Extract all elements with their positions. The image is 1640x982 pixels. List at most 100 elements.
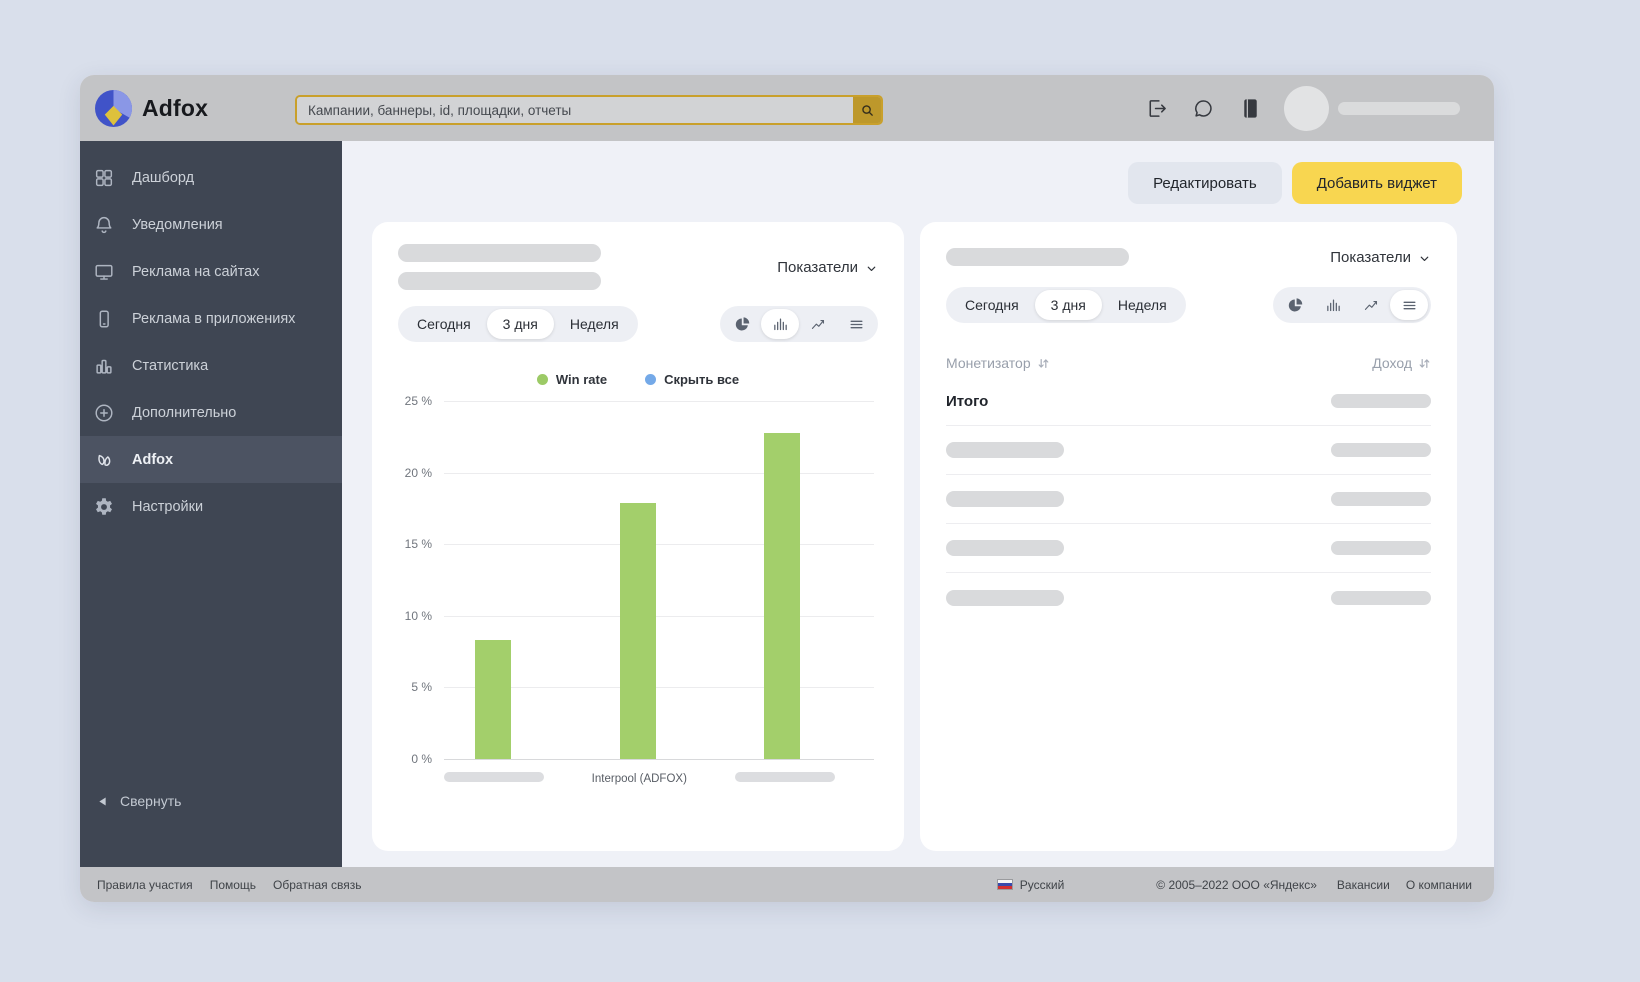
legend-dot — [537, 374, 548, 385]
sidebar-item-notifications[interactable]: Уведомления — [80, 201, 342, 248]
language-selector[interactable]: Русский — [997, 878, 1065, 892]
legend-label: Win rate — [556, 372, 607, 387]
title-skeleton — [398, 272, 601, 290]
right-view-line-chart-button[interactable] — [1352, 290, 1390, 320]
chevron-down-icon — [865, 262, 878, 275]
left-widget-header: Показатели — [398, 244, 878, 290]
left-period-tabs: Сегодня3 дняНеделя — [398, 306, 638, 342]
book-icon[interactable] — [1239, 97, 1262, 120]
table-row — [946, 524, 1431, 573]
sidebar-item-site-ads[interactable]: Реклама на сайтах — [80, 248, 342, 295]
right-view-list-view-button[interactable] — [1390, 290, 1428, 320]
sidebar-collapse-button[interactable]: Свернуть — [80, 793, 342, 809]
main-content: Редактировать Добавить виджет Показатели — [342, 141, 1494, 867]
sidebar-item-more[interactable]: Дополнительно — [80, 389, 342, 436]
table-total-row: Итого — [946, 377, 1431, 426]
sidebar-item-statistics[interactable]: Статистика — [80, 342, 342, 389]
logout-icon[interactable] — [1145, 97, 1168, 120]
sidebar-item-label: Adfox — [132, 452, 173, 468]
footer-link[interactable]: О компании — [1406, 878, 1472, 892]
sidebar-item-label: Дашборд — [132, 170, 194, 186]
sidebar-item-dashboard[interactable]: Дашборд — [80, 154, 342, 201]
table-header: Монетизатор Доход — [946, 355, 1431, 371]
right-view-switcher — [1273, 287, 1431, 323]
sort-by-income[interactable]: Доход — [1372, 355, 1431, 371]
sort-icon — [1037, 357, 1050, 370]
cell-skeleton — [1331, 394, 1431, 408]
bell-icon — [93, 214, 115, 236]
legend-item[interactable]: Скрыть все — [645, 372, 739, 387]
right-view-pie-chart-button[interactable] — [1276, 290, 1314, 320]
footer-link[interactable]: Правила участия — [97, 878, 193, 892]
right-period-tab-2[interactable]: Неделя — [1102, 290, 1183, 320]
search-bar — [295, 95, 883, 125]
list-view-icon — [848, 316, 865, 333]
footer-link[interactable]: Вакансии — [1337, 878, 1390, 892]
sidebar-item-app-ads[interactable]: Реклама в приложениях — [80, 295, 342, 342]
smartphone-icon — [93, 308, 115, 330]
y-tick-label: 20 % — [405, 466, 432, 480]
sidebar-item-label: Дополнительно — [132, 405, 236, 421]
sidebar-item-settings[interactable]: Настройки — [80, 483, 342, 530]
category-skeleton — [444, 772, 544, 782]
footer-link[interactable]: Помощь — [210, 878, 256, 892]
monitor-icon — [93, 261, 115, 283]
right-metrics-dropdown[interactable]: Показатели — [1330, 249, 1431, 266]
add-widget-button[interactable]: Добавить виджет — [1292, 162, 1462, 204]
left-widget-controls: Сегодня3 дняНеделя — [398, 306, 878, 342]
sidebar-item-adfox[interactable]: Adfox — [80, 436, 342, 483]
chat-icon[interactable] — [1192, 97, 1215, 120]
left-period-tab-0[interactable]: Сегодня — [401, 309, 487, 339]
footer-links-left: Правила участия Помощь Обратная связь — [97, 878, 361, 892]
search-button[interactable] — [853, 97, 881, 123]
gridline — [444, 401, 874, 402]
brand[interactable]: Adfox — [95, 90, 208, 127]
gridline — [444, 616, 874, 617]
shell: Дашборд Уведомления Реклама на сайтах Рекла… — [80, 141, 1494, 867]
y-tick-label: 25 % — [405, 394, 432, 408]
gear-icon — [93, 496, 115, 518]
category-skeleton — [735, 772, 835, 782]
right-widget-header: Показатели — [946, 248, 1431, 266]
sidebar-item-label: Реклама на сайтах — [132, 264, 260, 280]
title-skeleton — [946, 248, 1129, 266]
right-period-tab-0[interactable]: Сегодня — [949, 290, 1035, 320]
language-label: Русский — [1020, 878, 1065, 892]
footer-links-right: Вакансии О компании — [1337, 878, 1472, 892]
left-view-line-chart-button[interactable] — [799, 309, 837, 339]
left-period-tab-2[interactable]: Неделя — [554, 309, 635, 339]
table-body: Итого — [946, 377, 1431, 622]
metrics-label: Показатели — [777, 259, 858, 276]
footer: Правила участия Помощь Обратная связь Русс… — [80, 867, 1494, 902]
sort-by-monetizer[interactable]: Монетизатор — [946, 355, 1050, 371]
chart-bar — [475, 640, 511, 759]
left-view-pie-chart-button[interactable] — [723, 309, 761, 339]
footer-link[interactable]: Обратная связь — [273, 878, 361, 892]
right-period-tabs: Сегодня3 дняНеделя — [946, 287, 1186, 323]
edit-button[interactable]: Редактировать — [1128, 162, 1282, 204]
top-bar-right — [1121, 86, 1494, 131]
left-metrics-dropdown[interactable]: Показатели — [777, 259, 878, 276]
chart-widget-card: Показатели Сегодня3 дняНеделя Win rate Ск… — [372, 222, 904, 851]
left-view-switcher — [720, 306, 878, 342]
y-tick-label: 5 % — [411, 680, 432, 694]
title-skeleton — [398, 244, 601, 262]
legend-item[interactable]: Win rate — [537, 372, 607, 387]
avatar[interactable] — [1284, 86, 1329, 131]
right-widget-controls: Сегодня3 дняНеделя — [946, 287, 1431, 323]
left-view-bar-chart-button[interactable] — [761, 309, 799, 339]
left-view-list-view-button[interactable] — [837, 309, 875, 339]
x-category: Interpool (ADFOX) — [592, 769, 687, 787]
sidebar-item-label: Статистика — [132, 358, 208, 374]
search-icon — [860, 103, 875, 118]
search-input[interactable] — [297, 97, 853, 123]
right-view-bar-chart-button[interactable] — [1314, 290, 1352, 320]
cell-skeleton — [1331, 541, 1431, 555]
cell-skeleton — [1331, 492, 1431, 506]
left-period-tab-1[interactable]: 3 дня — [487, 309, 554, 339]
y-tick-label: 0 % — [411, 752, 432, 766]
right-period-tab-1[interactable]: 3 дня — [1035, 290, 1102, 320]
gridline — [444, 759, 874, 760]
adfox-leaf-icon — [93, 449, 115, 471]
cell-skeleton — [1331, 443, 1431, 457]
